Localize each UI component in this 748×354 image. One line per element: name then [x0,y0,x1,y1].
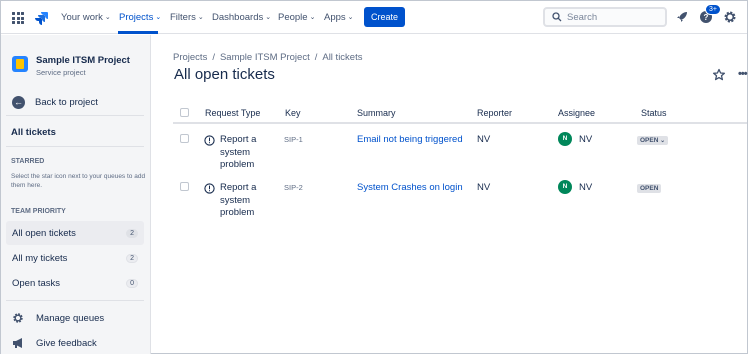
chevron-down-icon: ⌄ [309,14,316,21]
nav-your-work[interactable]: Your work ⌄ [61,12,111,23]
chevron-down-icon: ⌄ [265,14,272,21]
arrow-left-icon: ← [12,96,25,109]
issue-key[interactable]: SIP-2 [284,183,303,192]
queue-all-open-tickets[interactable]: All open tickets 2 [6,221,144,245]
status-cell[interactable]: OPEN [637,182,662,193]
queue-count: 0 [126,278,138,288]
manage-queues-label: Manage queues [36,312,105,324]
notifications-rocket-icon[interactable] [675,10,689,24]
avatar: N [558,132,572,146]
queue-label: Open tasks [12,277,61,289]
nav-filters[interactable]: Filters ⌄ [170,12,204,23]
team-priority-heading: TEAM PRIORITY [11,208,66,215]
project-avatar [12,56,28,72]
status-dropdown[interactable]: OPEN ⌄ [637,134,669,145]
avatar: N [558,180,572,194]
queue-open-tasks[interactable]: Open tasks 0 [6,271,144,295]
more-actions-icon[interactable]: ••• [738,68,748,80]
queue-all-my-tickets[interactable]: All my tickets 2 [6,246,144,270]
assignee-cell[interactable]: N NV [558,180,592,194]
chevron-down-icon: ⌄ [347,14,354,21]
breadcrumb: Projects / Sample ITSM Project / All tickets [173,52,363,63]
alert-circle-icon [204,183,215,194]
project-type: Service project [36,68,86,77]
reporter: NV [477,134,491,145]
search-icon [552,12,562,22]
assignee-name: NV [579,181,593,193]
active-nav-indicator [118,31,158,34]
megaphone-icon [13,338,22,348]
assignee-name: NV [579,133,593,145]
row-checkbox[interactable] [180,182,189,191]
column-header[interactable]: Reporter [477,108,512,118]
nav-people[interactable]: People ⌄ [278,12,315,23]
chevron-down-icon: ⌄ [658,138,666,144]
sidebar: Sample ITSM Project Service project ← Ba… [1,35,151,354]
starred-heading: STARRED [11,158,45,165]
queue-count: 2 [126,253,138,263]
nav-apps[interactable]: Apps ⌄ [324,12,354,23]
give-feedback-label: Give feedback [36,337,97,349]
request-type-label: Report a system problem [220,134,257,170]
give-feedback-link[interactable]: Give feedback [12,337,97,349]
back-to-project-link[interactable]: ← Back to project [12,96,98,109]
project-name[interactable]: Sample ITSM Project [36,55,130,66]
queue-label: All my tickets [12,252,68,264]
status-badge: OPEN [637,184,662,193]
column-header[interactable]: Assignee [558,108,595,118]
help-notification-badge: 3+ [705,4,721,15]
column-header[interactable]: Summary [357,108,396,118]
search-input[interactable] [567,11,657,23]
nav-projects[interactable]: Projects ⌄ [119,12,161,23]
chevron-down-icon: ⌄ [104,14,111,21]
table-header: Request Type Key Summary Reporter Assign… [173,102,747,124]
status-badge: OPEN [640,137,659,144]
search-box[interactable] [543,7,667,27]
issue-summary-link[interactable]: Email not being triggered [357,134,463,145]
request-type-label: Report a system problem [220,182,257,218]
star-icon[interactable] [712,68,726,82]
breadcrumb-project[interactable]: Sample ITSM Project [220,52,310,63]
queue-label: All open tickets [12,227,76,239]
divider [6,300,144,301]
column-header[interactable]: Key [285,108,301,118]
starred-hint: Select the star icon next to your queues… [11,173,146,189]
divider [6,115,144,116]
issue-key[interactable]: SIP-1 [284,135,303,144]
top-navigation: Your work ⌄ Projects ⌄ Filters ⌄ Dashboards… [1,1,747,34]
select-all-checkbox[interactable] [180,108,189,117]
breadcrumb-current[interactable]: All tickets [322,52,362,63]
assignee-cell[interactable]: N NV [558,132,592,146]
divider [6,146,144,147]
queue-count: 2 [126,228,138,238]
column-header[interactable]: Request Type [205,108,260,118]
alert-circle-icon [204,135,215,146]
settings-gear-icon[interactable] [723,10,737,24]
chevron-down-icon: ⌄ [197,14,204,21]
jira-logo-icon[interactable] [33,10,49,26]
request-type-cell: Report a system problem [204,182,280,220]
manage-queues-link[interactable]: Manage queues [12,312,104,324]
issue-summary-link[interactable]: System Crashes on login [357,182,463,193]
page-title: All open tickets [174,66,275,83]
create-button[interactable]: Create [364,7,405,27]
column-header[interactable]: Status [641,108,667,118]
back-to-project-label: Back to project [35,97,98,108]
nav-dashboards[interactable]: Dashboards ⌄ [212,12,271,23]
breadcrumb-projects[interactable]: Projects [173,52,207,63]
row-checkbox[interactable] [180,134,189,143]
gear-icon [13,313,23,323]
chevron-down-icon: ⌄ [155,14,162,21]
reporter: NV [477,182,491,193]
sidebar-title: All tickets [11,127,56,138]
app-switcher-icon[interactable] [12,12,24,24]
request-type-cell: Report a system problem [204,134,280,172]
